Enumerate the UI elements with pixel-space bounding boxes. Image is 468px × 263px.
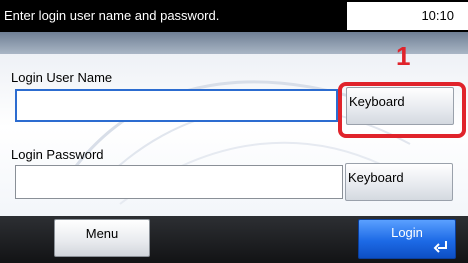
login-button[interactable]: Login xyxy=(358,219,456,259)
username-input[interactable] xyxy=(15,89,338,122)
menu-button-label: Menu xyxy=(85,226,119,241)
login-button-label: Login xyxy=(391,225,423,240)
callout-number: 1 xyxy=(396,41,411,71)
username-label: Login User Name xyxy=(11,70,113,85)
status-message: Enter login user name and password. xyxy=(4,8,220,23)
callout-highlight-box xyxy=(338,82,466,138)
login-screen: Enter login user name and password. 10:1… xyxy=(0,0,468,263)
clock-box: 10:10 xyxy=(347,2,468,30)
password-input[interactable] xyxy=(15,165,343,199)
keyboard-button-label: Keyboard xyxy=(348,170,404,185)
clock-time: 10:10 xyxy=(421,8,454,23)
menu-button[interactable]: Menu xyxy=(54,219,150,257)
enter-return-icon xyxy=(433,241,447,253)
password-keyboard-button[interactable]: Keyboard xyxy=(345,163,453,201)
status-bar: Enter login user name and password. 10:1… xyxy=(0,0,468,32)
password-label: Login Password xyxy=(11,147,104,162)
